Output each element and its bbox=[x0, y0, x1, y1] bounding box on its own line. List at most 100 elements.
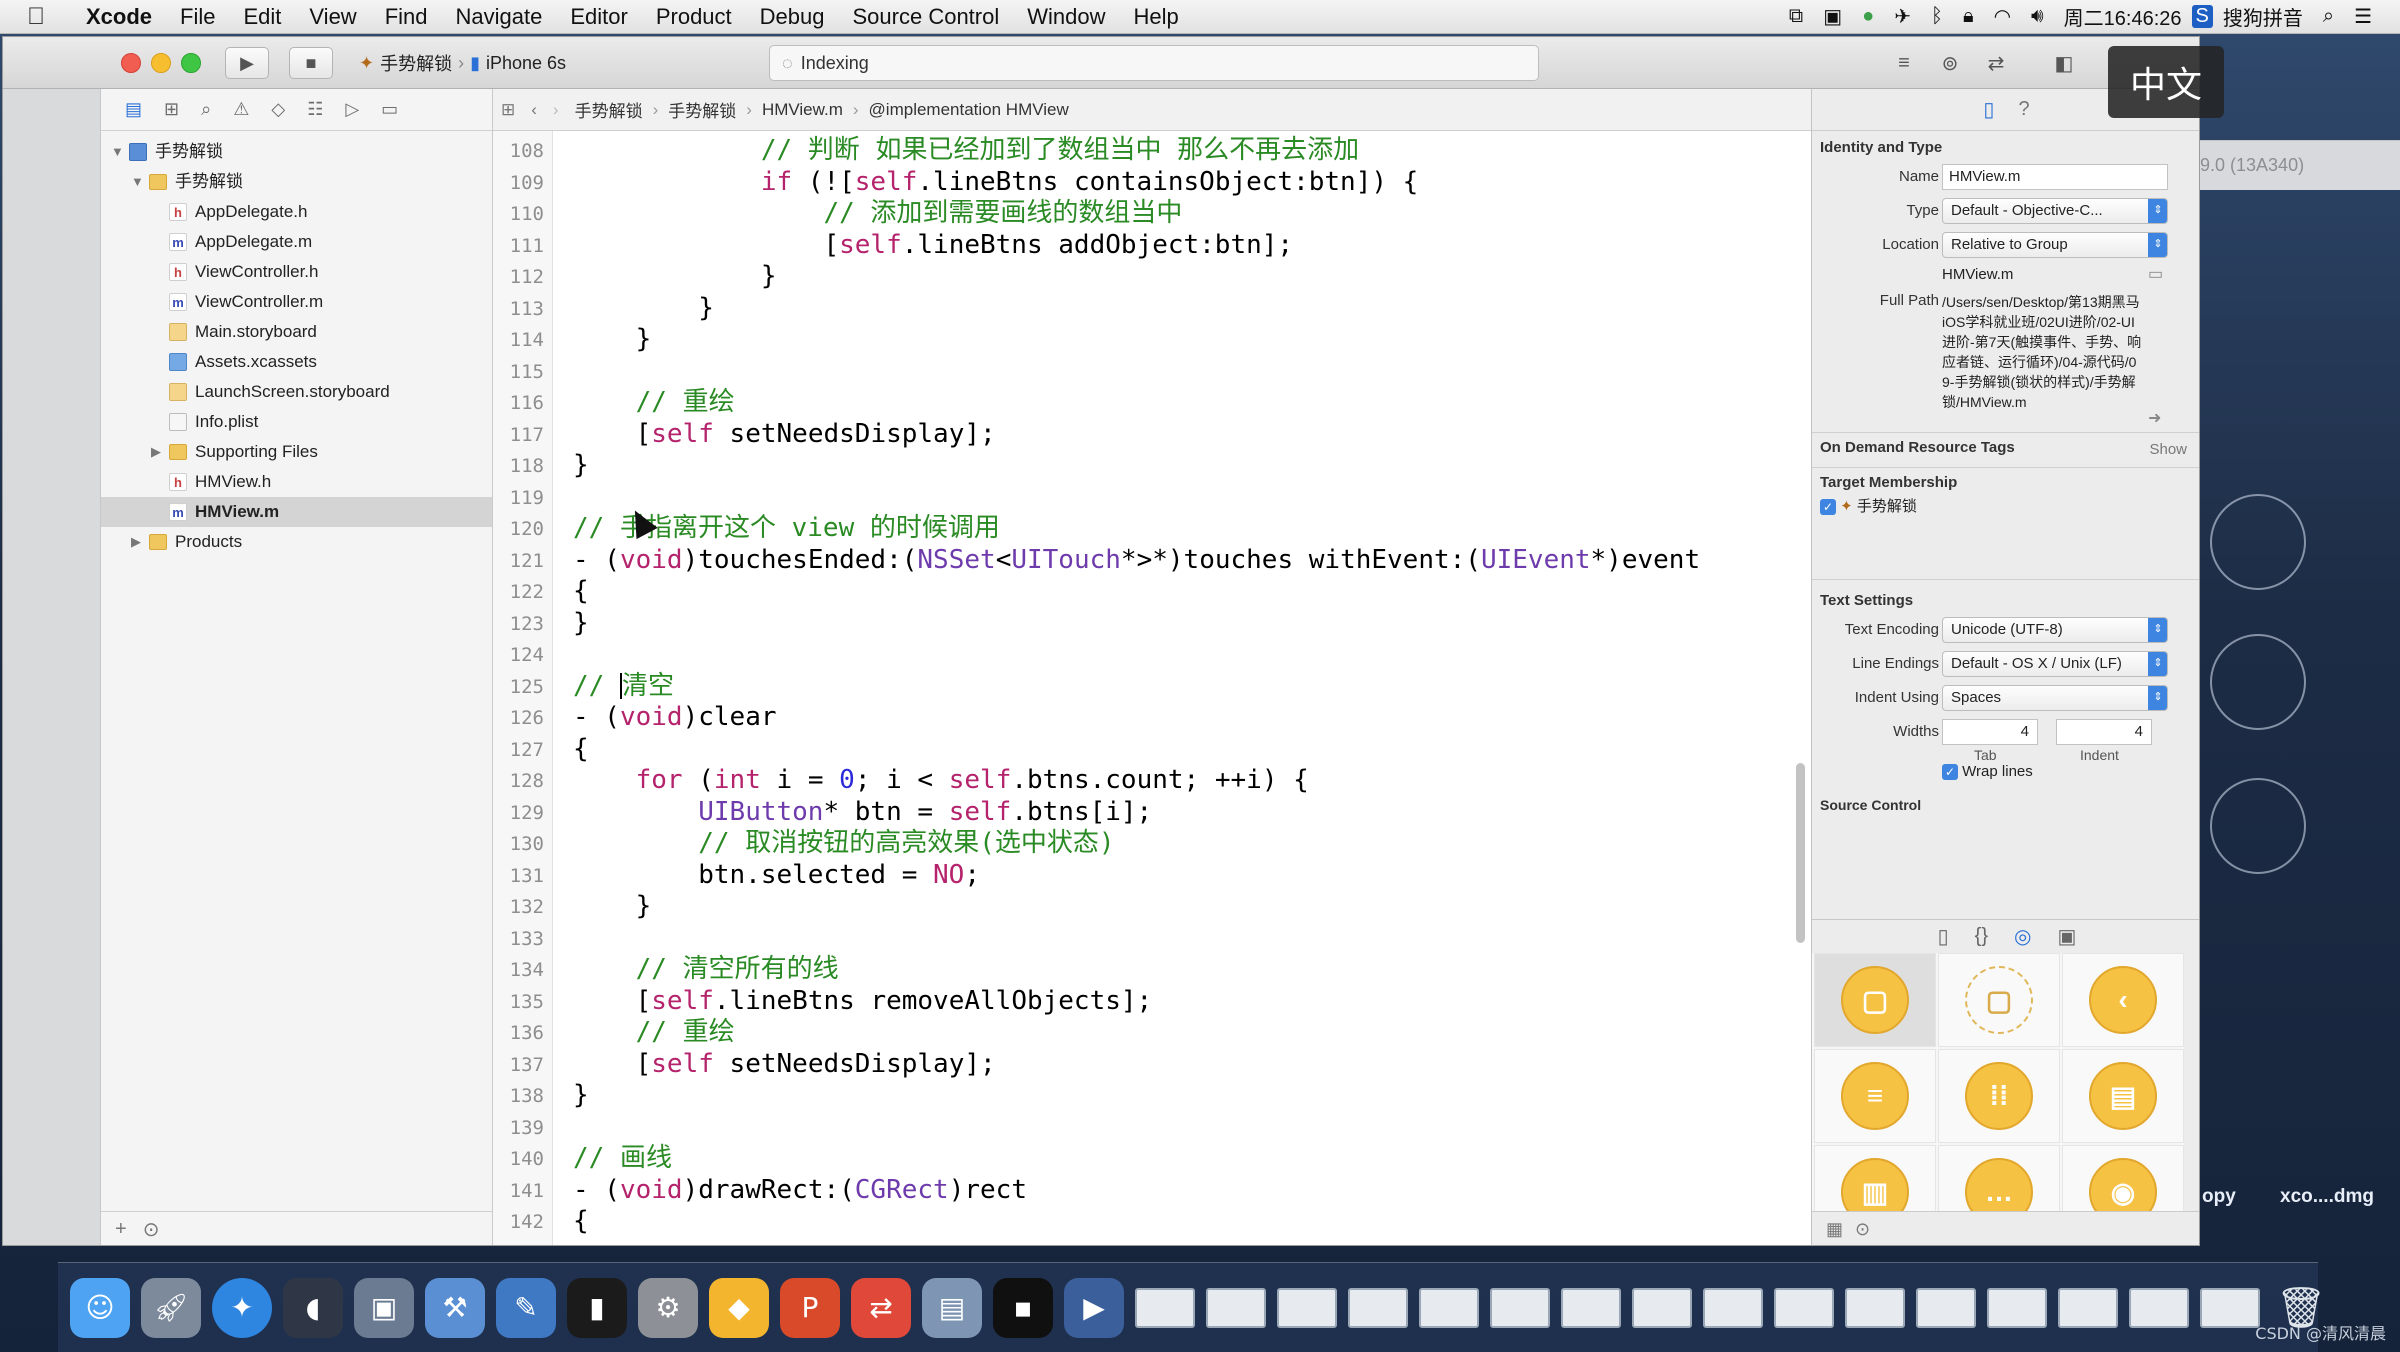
library-item[interactable]: ⁞⁞ bbox=[1938, 1049, 2060, 1143]
camera-icon[interactable]: ▣ bbox=[1813, 4, 1852, 29]
test-navigator-tab-icon[interactable]: ◇ bbox=[271, 99, 285, 120]
minimized-window-thumbnail[interactable] bbox=[1348, 1287, 1408, 1328]
code-line[interactable]: - (void)touchesEnded:(NSSet<UITouch*>*)t… bbox=[573, 545, 1700, 577]
menu-window[interactable]: Window bbox=[1013, 4, 1119, 30]
reveal-in-finder-icon[interactable]: ➜ bbox=[2148, 408, 2161, 428]
editor-scrollbar[interactable] bbox=[1796, 763, 1805, 943]
breakpoint-navigator-tab-icon[interactable]: ▷ bbox=[345, 99, 359, 120]
code-line[interactable]: } bbox=[573, 261, 777, 293]
screen-share-icon[interactable]: ⧉ bbox=[1779, 5, 1813, 28]
file-tree-row[interactable]: ▼ 手势解锁 bbox=[101, 167, 492, 197]
disclosure-open-icon[interactable]: ▼ bbox=[131, 167, 145, 197]
minimized-window-thumbnail[interactable] bbox=[1632, 1287, 1692, 1328]
disclosure-open-icon[interactable]: ▼ bbox=[111, 137, 125, 167]
code-line[interactable]: // 重绘 bbox=[573, 387, 735, 419]
minimized-window-thumbnail[interactable] bbox=[1561, 1287, 1621, 1328]
file-tree-row[interactable]: Assets.xcassets bbox=[101, 347, 492, 377]
minimized-window-thumbnail[interactable] bbox=[1703, 1287, 1763, 1328]
code-line[interactable]: [self setNeedsDisplay]; bbox=[573, 419, 996, 451]
find-navigator-tab-icon[interactable]: ⌕ bbox=[201, 99, 211, 120]
quicktime-icon[interactable]: ▶ bbox=[1064, 1277, 1124, 1338]
menu-help[interactable]: Help bbox=[1120, 4, 1193, 30]
code-line[interactable]: // 画线 bbox=[573, 1143, 672, 1175]
code-line[interactable]: } bbox=[573, 450, 589, 482]
file-tree-row[interactable]: m AppDelegate.m bbox=[101, 227, 492, 257]
mouse-app-icon[interactable]: ◖ bbox=[283, 1277, 343, 1338]
jumpbar-project[interactable]: 手势解锁 bbox=[567, 97, 651, 122]
code-line[interactable]: [self.lineBtns addObject:btn]; bbox=[573, 230, 1293, 262]
disclosure-closed-icon[interactable]: ▶ bbox=[151, 437, 165, 467]
code-line[interactable]: for (int i = 0; i < self.btns.count; ++i… bbox=[573, 765, 1309, 797]
code-line[interactable]: } bbox=[573, 1080, 589, 1112]
disclosure-closed-icon[interactable]: ▶ bbox=[131, 527, 145, 557]
folder-icon[interactable]: ▭ bbox=[2148, 264, 2163, 284]
library-item[interactable]: ≡ bbox=[1814, 1049, 1936, 1143]
code-line[interactable]: btn.selected = NO; bbox=[573, 860, 980, 892]
file-tree-row[interactable]: Main.storyboard bbox=[101, 317, 492, 347]
file-tree-row[interactable]: ▶ Products bbox=[101, 527, 492, 557]
media-library-icon[interactable]: ▣ bbox=[2057, 924, 2076, 949]
close-window-button[interactable] bbox=[121, 53, 141, 73]
location-popup[interactable]: Relative to Group ⇕ bbox=[1942, 232, 2168, 258]
library-item[interactable]: ▢ bbox=[1814, 953, 1936, 1047]
code-snippet-library-icon[interactable]: {} bbox=[1975, 925, 1988, 948]
file-tree-row[interactable]: m HMView.m bbox=[101, 497, 492, 527]
minimized-window-thumbnail[interactable] bbox=[1845, 1287, 1905, 1328]
finder-icon[interactable]: ☺ bbox=[70, 1277, 130, 1338]
menu-edit[interactable]: Edit bbox=[229, 4, 295, 30]
file-tree-row[interactable]: LaunchScreen.storyboard bbox=[101, 377, 492, 407]
menu-find[interactable]: Find bbox=[371, 4, 442, 30]
source-editor[interactable]: 108 109 110 111 112 113 114 115 116 117 118 119 120 1… bbox=[493, 131, 1811, 1245]
code-line[interactable]: // 清空 bbox=[573, 671, 674, 703]
code-line[interactable]: // 取消按钮的高亮效果(选中状态) bbox=[573, 828, 1114, 860]
desktop-circle-icon[interactable] bbox=[2210, 778, 2306, 874]
console-icon[interactable]: ▪ bbox=[993, 1277, 1053, 1338]
object-library-icon[interactable]: ◎ bbox=[2014, 924, 2031, 949]
quick-help-tab-icon[interactable]: ? bbox=[2018, 98, 2029, 121]
code-line[interactable]: [self.lineBtns removeAllObjects]; bbox=[573, 986, 1153, 1018]
sketch-icon[interactable]: ◆ bbox=[709, 1277, 769, 1338]
desktop-circle-icon[interactable] bbox=[2210, 634, 2306, 730]
jumpbar-symbol[interactable]: @implementation HMView bbox=[861, 100, 1077, 120]
scheme-selector[interactable]: ✦ 手势解锁 › ▮ iPhone 6s bbox=[359, 47, 605, 79]
symbol-navigator-tab-icon[interactable]: ⊞ bbox=[164, 99, 179, 120]
assistant-editor-icon[interactable]: ⊚ bbox=[1933, 49, 1967, 77]
minimized-window-thumbnail[interactable] bbox=[2129, 1287, 2189, 1328]
minimized-window-thumbnail[interactable] bbox=[2200, 1287, 2260, 1328]
minimized-window-thumbnail[interactable] bbox=[1419, 1287, 1479, 1328]
run-button[interactable]: ▶ bbox=[225, 47, 269, 79]
zoom-window-button[interactable] bbox=[181, 53, 201, 73]
airplane-icon[interactable]: ✈ bbox=[1884, 4, 1921, 29]
minimized-window-thumbnail[interactable] bbox=[1206, 1287, 1266, 1328]
code-line[interactable]: { bbox=[573, 1206, 589, 1238]
debug-navigator-tab-icon[interactable]: ☷ bbox=[307, 99, 323, 120]
minimized-window-thumbnail[interactable] bbox=[1916, 1287, 1976, 1328]
bluetooth-icon[interactable]: ᛒ bbox=[1921, 5, 1953, 28]
volume-icon[interactable]: 🔊︎ bbox=[2021, 5, 2054, 28]
file-tree-row[interactable]: h AppDelegate.h bbox=[101, 197, 492, 227]
file-tree-row[interactable]: Info.plist bbox=[101, 407, 492, 437]
xcode-hammer-icon[interactable]: ⚒ bbox=[425, 1277, 485, 1338]
name-field[interactable]: HMView.m bbox=[1942, 164, 2168, 190]
indent-using-popup[interactable]: Spaces ⇕ bbox=[1942, 685, 2168, 711]
minimized-window-thumbnail[interactable] bbox=[1987, 1287, 2047, 1328]
library-item[interactable]: ▢ bbox=[1938, 953, 2060, 1047]
issue-navigator-tab-icon[interactable]: ⚠ bbox=[233, 99, 249, 120]
code-line[interactable]: } bbox=[573, 891, 652, 923]
sync-icon[interactable]: ● bbox=[1852, 5, 1884, 28]
file-tree-row[interactable]: m ViewController.m bbox=[101, 287, 492, 317]
launchpad-icon[interactable]: 🚀︎ bbox=[141, 1277, 201, 1338]
add-file-icon[interactable]: + bbox=[115, 1218, 127, 1241]
indent-width-field[interactable]: 4 bbox=[2056, 719, 2152, 745]
toggle-navigator-icon[interactable]: ◧ bbox=[2047, 49, 2081, 77]
standard-editor-icon[interactable]: ≡ bbox=[1887, 49, 1921, 77]
library-item[interactable]: ‹ bbox=[2062, 953, 2184, 1047]
wrap-lines-checkbox[interactable]: ✓ bbox=[1942, 764, 1958, 781]
input-method-label[interactable]: 搜狗拼音 bbox=[2213, 2, 2313, 31]
minimized-window-thumbnail[interactable] bbox=[1277, 1287, 1337, 1328]
terminal-icon[interactable]: ▮ bbox=[567, 1277, 627, 1338]
minimize-window-button[interactable] bbox=[151, 53, 171, 73]
code-line[interactable]: // 重绘 bbox=[573, 1017, 735, 1049]
preview-icon[interactable]: ▤ bbox=[922, 1277, 982, 1338]
related-items-icon[interactable]: ⊞ bbox=[493, 100, 523, 120]
